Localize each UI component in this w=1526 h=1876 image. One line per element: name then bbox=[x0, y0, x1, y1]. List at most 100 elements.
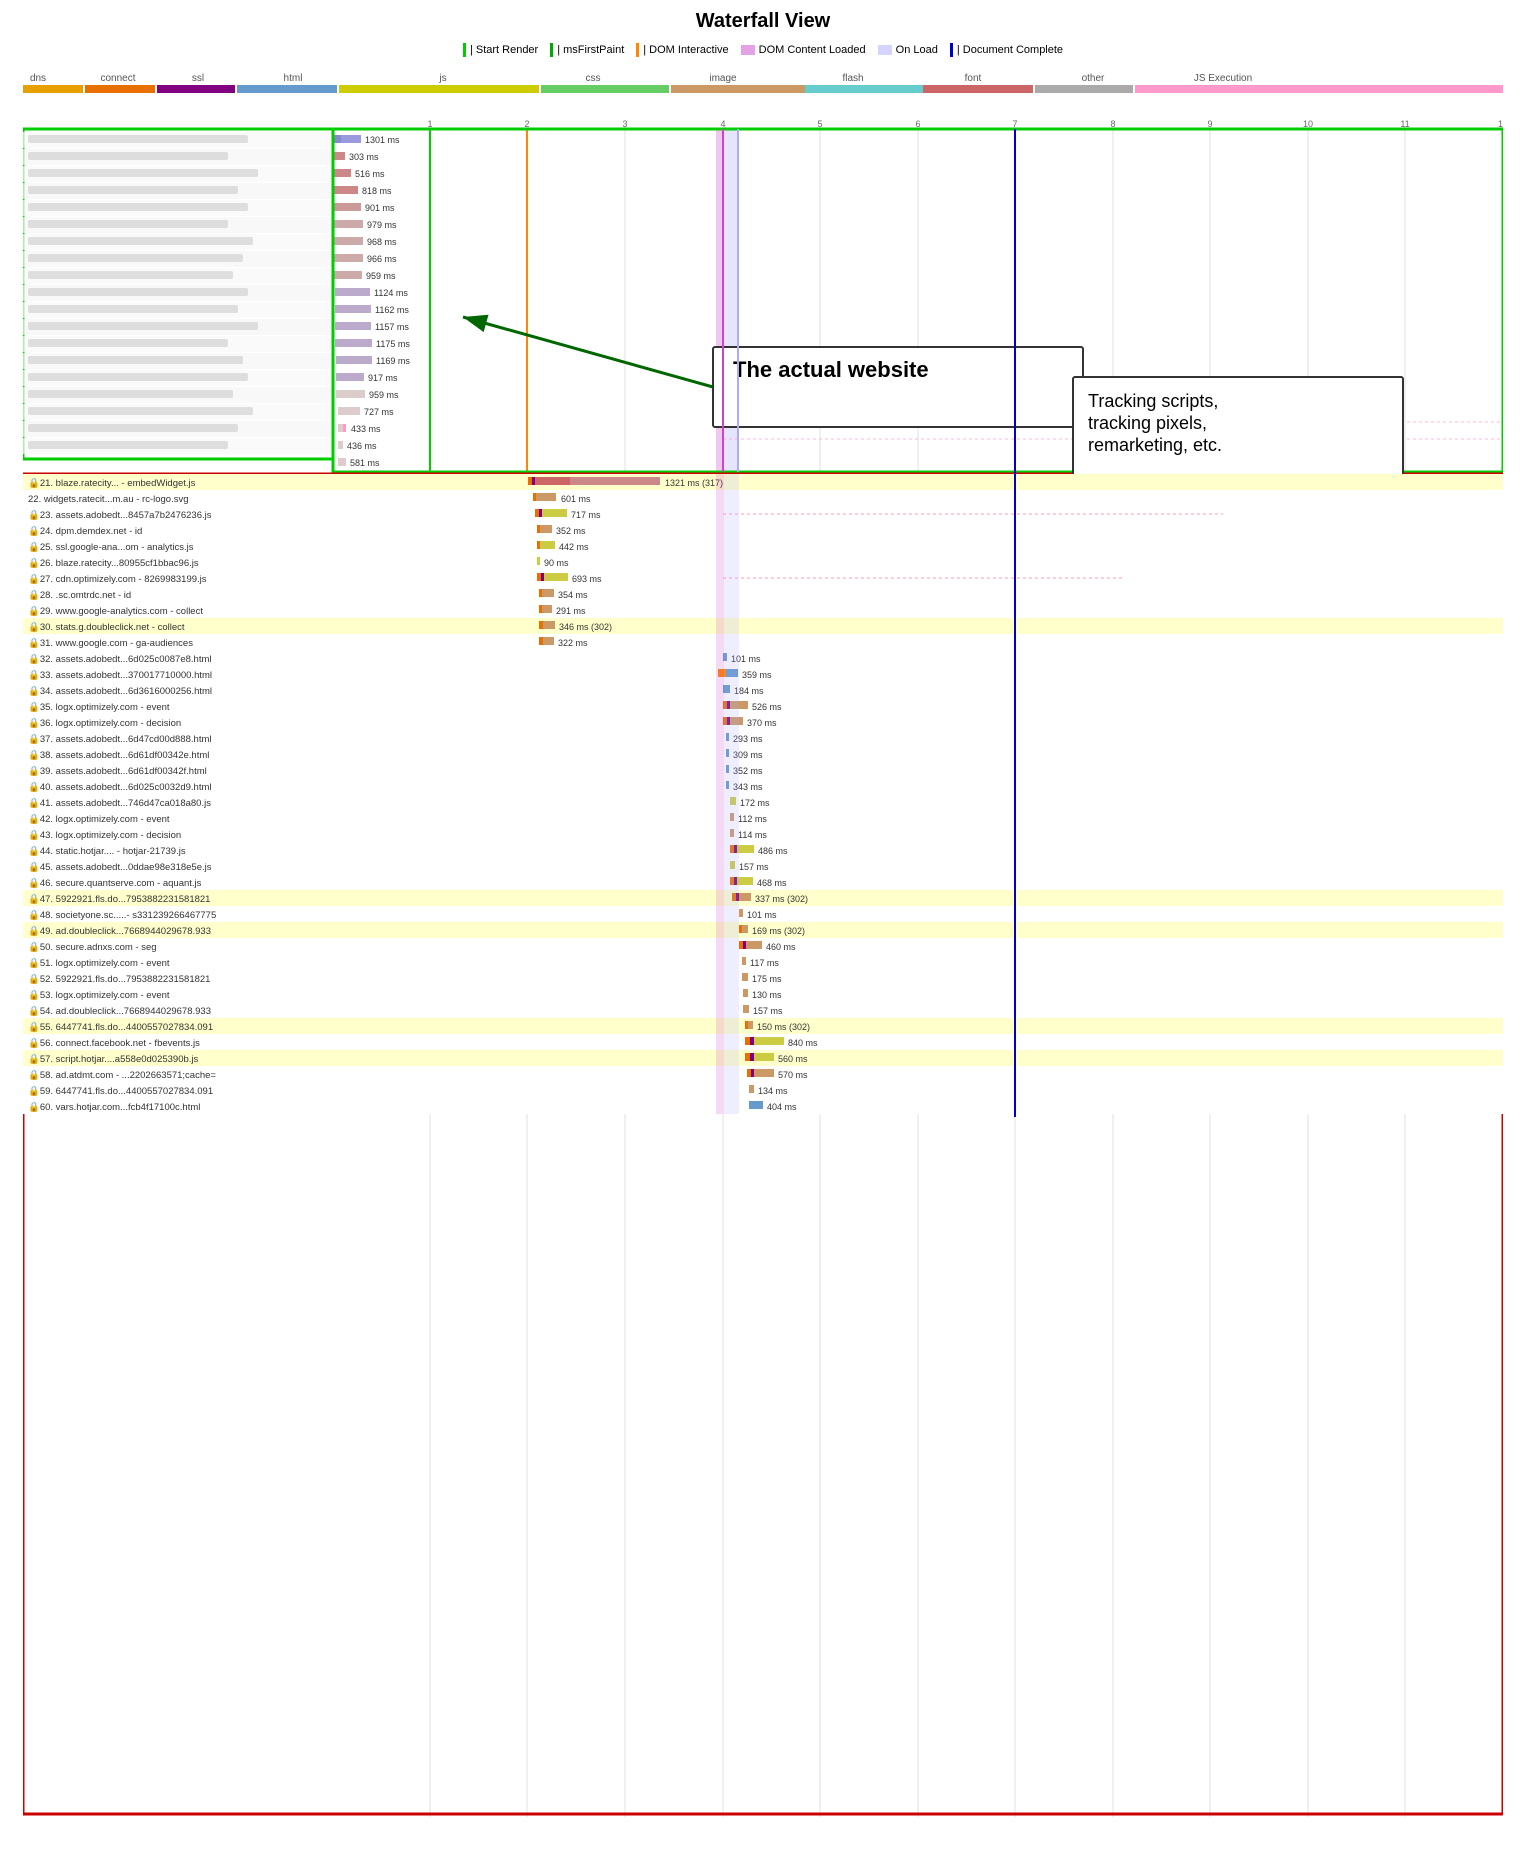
row-53-recv bbox=[743, 989, 748, 997]
row-25-recv bbox=[540, 541, 555, 549]
top-bar-18a bbox=[338, 424, 343, 432]
type-bar-css bbox=[541, 85, 669, 93]
top-bar-1-recv bbox=[341, 135, 361, 143]
row-24-bg bbox=[23, 522, 1503, 538]
row-30-label: 346 ms (302) bbox=[559, 622, 612, 632]
col-header-ssl: ssl bbox=[192, 73, 204, 84]
bottom-dcl-band bbox=[716, 474, 724, 1114]
row-42-label: 112 ms bbox=[738, 814, 767, 824]
row-29-wait bbox=[539, 605, 542, 613]
row-31-recv bbox=[543, 637, 554, 645]
top-bar-4-label: 818 ms bbox=[362, 186, 392, 196]
row-55-name: 🔒55. 6447741.fls.do...4400557027834.091 bbox=[28, 1021, 213, 1033]
row-23-label: 717 ms bbox=[571, 510, 601, 520]
row-54-recv bbox=[743, 1005, 749, 1013]
legend-label-document-complete: | Document Complete bbox=[957, 44, 1063, 56]
row-26-bg bbox=[23, 554, 1503, 570]
row-30-bg bbox=[23, 618, 1503, 634]
row-50-dns bbox=[739, 941, 743, 949]
top-bar-2-label: 303 ms bbox=[349, 152, 379, 162]
type-bar-flash bbox=[805, 85, 923, 93]
row-56-name: 🔒56. connect.facebook.net - fbevents.js bbox=[28, 1037, 200, 1049]
row-33-name: 🔒33. assets.adobedt...370017710000.html bbox=[28, 669, 212, 681]
type-bar-other bbox=[1035, 85, 1133, 93]
row-22-dns bbox=[533, 493, 536, 501]
row-43-label: 114 ms bbox=[738, 830, 767, 840]
bottom-onload-band bbox=[724, 474, 739, 1114]
row-49-recv bbox=[742, 925, 748, 933]
row-40-name: 🔒40. assets.adobedt...6d025c0032d9.html bbox=[28, 781, 211, 793]
row-30-recv bbox=[543, 621, 555, 629]
row-46-label: 468 ms bbox=[757, 878, 787, 888]
row-39-name: 🔒39. assets.adobedt...6d61df00342f.html bbox=[28, 765, 207, 777]
col-header-other: other bbox=[1082, 73, 1105, 84]
row-49-name: 🔒49. ad.doubleclick...7668944029678.933 bbox=[28, 925, 211, 937]
col-header-css: css bbox=[586, 73, 601, 84]
top-bar-19-label: 436 ms bbox=[347, 441, 377, 451]
page-title: Waterfall View bbox=[23, 10, 1503, 33]
row-56-recv bbox=[754, 1037, 784, 1045]
type-bar-image bbox=[671, 85, 809, 93]
row-27-ssl bbox=[541, 573, 544, 581]
row-48-recv bbox=[739, 909, 743, 917]
top-bar-16-label: 959 ms bbox=[369, 390, 399, 400]
row-52-label: 175 ms bbox=[752, 974, 782, 984]
row-58-recv bbox=[754, 1069, 774, 1077]
row-41-label: 172 ms bbox=[740, 798, 770, 808]
row-21-label: 1321 ms (317) bbox=[665, 478, 723, 488]
row-35-name: 🔒35. logx.optimizely.com - event bbox=[28, 701, 170, 713]
row-23-dns bbox=[535, 509, 539, 517]
type-bar-jsexec bbox=[1135, 85, 1503, 93]
top-bar-19 bbox=[338, 441, 343, 449]
row-60-name: 🔒60. vars.hotjar.com...fcb4f17100c.html bbox=[28, 1101, 200, 1113]
col-header-font: font bbox=[965, 73, 982, 84]
row-26-recv bbox=[537, 557, 540, 565]
row-38-bg bbox=[23, 746, 1503, 762]
row-37-bg bbox=[23, 730, 1503, 746]
top-bar-11-label: 1162 ms bbox=[375, 305, 409, 315]
type-bar-dns bbox=[23, 85, 83, 93]
row-50-label: 460 ms bbox=[766, 942, 796, 952]
row-22-recv bbox=[536, 493, 556, 501]
top-bar-15 bbox=[336, 373, 364, 381]
row-60-label: 404 ms bbox=[767, 1102, 797, 1112]
row-35-label: 526 ms bbox=[752, 702, 782, 712]
row-48-name: 🔒48. societyone.sc.....- s33123926646777… bbox=[28, 909, 216, 921]
top-bar-13-label: 1175 ms bbox=[376, 339, 410, 349]
legend-label-dom-interactive: | DOM Interactive bbox=[643, 44, 728, 56]
row-25-bg bbox=[23, 538, 1503, 554]
row-55-recv bbox=[748, 1021, 753, 1029]
legend-on-load: On Load bbox=[878, 44, 938, 56]
row-55-wait bbox=[745, 1021, 748, 1029]
type-bar-html bbox=[237, 85, 337, 93]
row-45-name: 🔒45. assets.adobedt...0ddae98e318e5e.js bbox=[28, 861, 212, 873]
row-27-label: 693 ms bbox=[572, 574, 602, 584]
top-bar-14 bbox=[336, 356, 372, 364]
legend-dom-interactive: | DOM Interactive bbox=[636, 43, 728, 57]
row-28-label: 354 ms bbox=[558, 590, 588, 600]
row-27-dns bbox=[537, 573, 541, 581]
type-bar-ssl bbox=[157, 85, 235, 93]
row-23-recv bbox=[542, 509, 567, 517]
row-22-name: 22. widgets.ratecit...m.au - rc-logo.svg bbox=[28, 494, 189, 505]
row-57-name: 🔒57. script.hotjar....a558e0d025390b.js bbox=[28, 1053, 199, 1065]
top-bar-16 bbox=[336, 390, 365, 398]
top-bar-8 bbox=[333, 254, 363, 262]
row-28-wait bbox=[539, 589, 542, 597]
row-23-ssl bbox=[539, 509, 542, 517]
row-44-recv bbox=[737, 845, 754, 853]
legend-label-msfirstpaint: | msFirstPaint bbox=[557, 44, 624, 56]
row-45-label: 157 ms bbox=[739, 862, 769, 872]
row-27-recv bbox=[544, 573, 568, 581]
row-53-label: 130 ms bbox=[752, 990, 782, 1000]
row-32-bg bbox=[23, 650, 1503, 666]
row-25-name: 🔒25. ssl.google-ana...om - analytics.js bbox=[28, 541, 194, 553]
row-55-label: 150 ms (302) bbox=[757, 1022, 810, 1032]
top-bar-7 bbox=[333, 237, 363, 245]
top-bar-12 bbox=[335, 322, 371, 330]
row-25-wait bbox=[537, 541, 540, 549]
row-28-recv bbox=[542, 589, 554, 597]
top-bar-12-label: 1157 ms bbox=[375, 322, 409, 332]
arrow-actual-website bbox=[463, 317, 713, 387]
row-50-name: 🔒50. secure.adnxs.com - seg bbox=[28, 941, 157, 953]
